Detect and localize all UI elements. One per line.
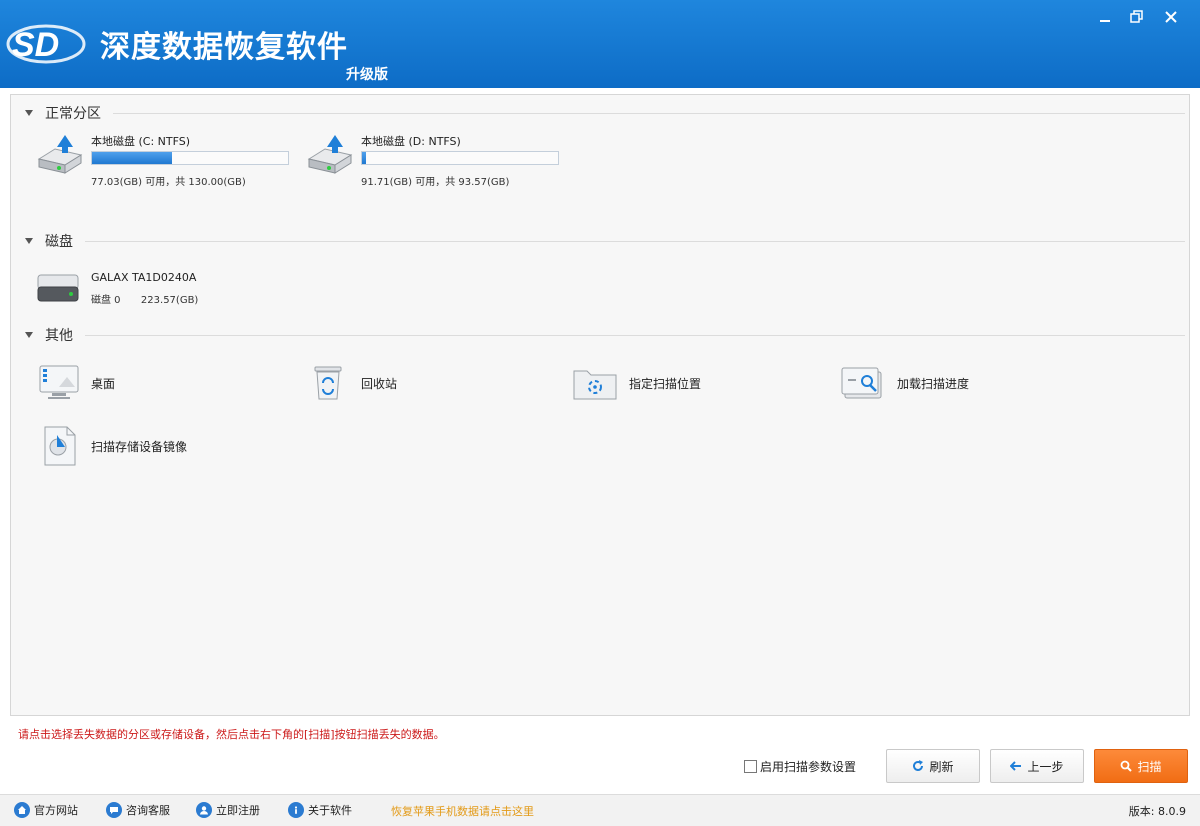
usage-bar: [91, 151, 289, 165]
link-official-site[interactable]: 官方网站: [14, 795, 78, 825]
image-file-icon: [44, 426, 76, 466]
recycle-bin-icon: [314, 366, 342, 400]
other-recycle-bin[interactable]: 回收站: [307, 363, 397, 403]
usage-bar: [361, 151, 559, 165]
status-bar: 官方网站 咨询客服 立即注册 关于软件 恢复苹果手机数据请点击这里 版本: 8.…: [0, 794, 1200, 826]
link-about[interactable]: 关于软件: [288, 795, 352, 825]
section-disks[interactable]: 磁盘: [25, 231, 1185, 251]
collapse-arrow-icon: [25, 110, 33, 116]
divider: [113, 112, 1185, 114]
back-label: 上一步: [1027, 759, 1064, 774]
collapse-arrow-icon: [25, 332, 33, 338]
restore-button[interactable]: [1122, 6, 1152, 28]
disk-0[interactable]: GALAX TA1D0240A 磁盘 0 223.57(GB): [35, 267, 295, 311]
other-label: 指定扫描位置: [629, 376, 702, 391]
checkbox-box[interactable]: [744, 760, 757, 773]
disk-label: 磁盘 0: [91, 295, 121, 306]
version-label: 版本: 8.0.9: [1128, 805, 1186, 818]
refresh-label: 刷新: [929, 759, 954, 774]
app-edition-label: 升级版: [346, 67, 388, 83]
drive-icon: [307, 135, 353, 174]
restore-icon: [1130, 10, 1143, 23]
hard-disk-icon: [37, 274, 79, 302]
scan-label: 扫描: [1137, 759, 1162, 774]
load-progress-icon: [841, 367, 882, 399]
user-icon: [200, 806, 208, 815]
app-logo-icon: SD: [6, 24, 86, 64]
arrow-left-icon: [1010, 761, 1022, 771]
search-icon: [1121, 760, 1133, 772]
back-button[interactable]: 上一步: [990, 749, 1084, 783]
link-label: 立即注册: [216, 804, 260, 817]
disk-size: 223.57(GB): [140, 295, 199, 306]
section-partitions[interactable]: 正常分区: [25, 103, 1185, 123]
other-label: 扫描存储设备镜像: [91, 439, 188, 454]
close-icon: [1165, 11, 1177, 23]
link-label: 关于软件: [308, 804, 352, 817]
usage-bar-fill: [362, 152, 366, 164]
iphone-recovery-link[interactable]: 恢复苹果手机数据请点击这里: [391, 803, 534, 819]
other-label: 加载扫描进度: [897, 376, 970, 391]
other-desktop[interactable]: 桌面: [37, 363, 115, 403]
section-title: 正常分区: [45, 106, 101, 122]
instruction-hint: 请点击选择丢失数据的分区或存储设备，然后点击右下角的[扫描]按钮扫描丢失的数据。: [18, 728, 445, 741]
chat-icon: [110, 807, 118, 814]
other-specify-location[interactable]: 指定扫描位置: [571, 363, 701, 403]
partition-capacity: 91.71(GB) 可用，共 93.57(GB): [361, 177, 510, 188]
info-icon: [294, 806, 298, 814]
link-label: 咨询客服: [126, 804, 170, 817]
partition-c[interactable]: 本地磁盘 (C: NTFS) 77.03(GB) 可用，共 130.00(GB): [35, 133, 295, 188]
close-button[interactable]: [1156, 6, 1186, 28]
divider: [85, 240, 1185, 242]
other-scan-image[interactable]: 扫描存储设备镜像: [37, 425, 187, 467]
main-panel: 正常分区 本地磁盘 (C: NTFS) 77.03(GB) 可用，共 130.0…: [10, 94, 1190, 716]
partition-name: 本地磁盘 (C: NTFS): [91, 135, 191, 148]
divider: [85, 334, 1185, 336]
disk-name: GALAX TA1D0240A: [91, 271, 197, 284]
drive-icon: [37, 135, 83, 174]
home-icon: [18, 806, 26, 814]
disk-info: 磁盘 0 223.57(GB): [91, 291, 198, 306]
scan-params-checkbox[interactable]: 启用扫描参数设置: [744, 758, 856, 775]
checkbox-label: 启用扫描参数设置: [760, 760, 857, 774]
scan-button[interactable]: 扫描: [1094, 749, 1188, 783]
refresh-button[interactable]: 刷新: [886, 749, 980, 783]
other-load-progress[interactable]: 加载扫描进度: [839, 363, 969, 403]
section-others[interactable]: 其他: [25, 325, 1185, 345]
link-label: 官方网站: [34, 804, 78, 817]
folder-target-icon: [573, 370, 617, 400]
other-label: 桌面: [91, 376, 116, 391]
link-register[interactable]: 立即注册: [196, 795, 260, 825]
refresh-icon: [913, 760, 924, 771]
partition-capacity: 77.03(GB) 可用，共 130.00(GB): [91, 177, 246, 188]
link-customer-service[interactable]: 咨询客服: [106, 795, 170, 825]
section-title: 其他: [45, 328, 73, 344]
title-bar: SD 深度数据恢复软件 升级版: [0, 0, 1200, 88]
svg-text:SD: SD: [12, 26, 59, 64]
minimize-icon: [1100, 20, 1110, 22]
usage-bar-fill: [92, 152, 173, 164]
partition-d[interactable]: 本地磁盘 (D: NTFS) 91.71(GB) 可用，共 93.57(GB): [305, 133, 565, 188]
other-label: 回收站: [361, 376, 398, 391]
app-title: 深度数据恢复软件: [100, 30, 348, 65]
partition-name: 本地磁盘 (D: NTFS): [361, 135, 461, 148]
collapse-arrow-icon: [25, 238, 33, 244]
desktop-icon: [39, 365, 79, 399]
section-title: 磁盘: [45, 234, 73, 250]
minimize-button[interactable]: [1090, 6, 1120, 28]
